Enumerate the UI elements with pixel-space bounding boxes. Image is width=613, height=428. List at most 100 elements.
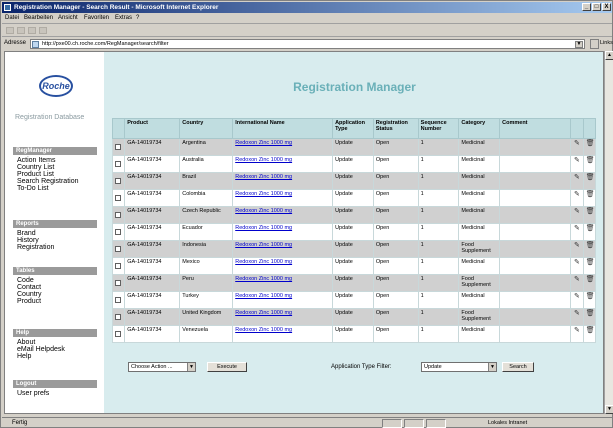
- menu-help[interactable]: ?: [136, 15, 139, 21]
- application-type-filter-select[interactable]: Update ▼: [421, 362, 497, 372]
- menu-extras[interactable]: Extras: [115, 15, 132, 21]
- address-input[interactable]: http://pxe00.ch.roche.com/RegManager/sea…: [30, 39, 585, 49]
- nav-item-action-items[interactable]: Action Items: [17, 157, 56, 164]
- product-link[interactable]: Redoxon Zinc 1000 mg: [235, 140, 292, 146]
- col-sequence-number[interactable]: Sequence Number: [417, 118, 460, 139]
- nav-item-search-registration[interactable]: Search Registration: [17, 178, 78, 185]
- row-checkbox[interactable]: [111, 172, 126, 190]
- row-checkbox[interactable]: [111, 240, 126, 258]
- search-button[interactable]: Search: [502, 362, 534, 372]
- forward-icon[interactable]: [17, 27, 25, 34]
- nav-item-help[interactable]: Help: [17, 353, 31, 360]
- cell-international-name[interactable]: Redoxon Zinc 1000 mg: [232, 189, 334, 207]
- execute-button[interactable]: Execute: [207, 362, 247, 372]
- edit-pencil-icon[interactable]: ✎: [573, 191, 580, 199]
- row-checkbox[interactable]: [111, 325, 126, 343]
- table-row[interactable]: GA-14019734 Czech Republic Redoxon Zinc 10…: [111, 206, 597, 224]
- menu-datei[interactable]: Datei: [5, 15, 19, 21]
- cell-international-name[interactable]: Redoxon Zinc 1000 mg: [232, 138, 334, 156]
- product-link[interactable]: Redoxon Zinc 1000 mg: [235, 327, 292, 333]
- chevron-down-icon[interactable]: ▼: [575, 41, 583, 48]
- scroll-up-icon[interactable]: ▲: [605, 51, 613, 60]
- checkbox-icon[interactable]: [115, 280, 121, 286]
- edit-pencil-icon[interactable]: ✎: [573, 242, 580, 250]
- col-product[interactable]: Product: [124, 118, 181, 139]
- cell-edit[interactable]: ✎: [570, 138, 584, 156]
- table-row[interactable]: GA-14019734 Indonesia Redoxon Zinc 1000 mg…: [111, 240, 597, 258]
- edit-pencil-icon[interactable]: ✎: [573, 174, 580, 182]
- product-link[interactable]: Redoxon Zinc 1000 mg: [235, 191, 292, 197]
- cell-edit[interactable]: ✎: [570, 206, 584, 224]
- product-link[interactable]: Redoxon Zinc 1000 mg: [235, 208, 292, 214]
- checkbox-icon[interactable]: [115, 161, 121, 167]
- menu-favoriten[interactable]: Favoriten: [84, 15, 109, 21]
- checkbox-icon[interactable]: [115, 314, 121, 320]
- product-link[interactable]: Redoxon Zinc 1000 mg: [235, 276, 292, 282]
- checkbox-icon[interactable]: [115, 229, 121, 235]
- row-checkbox[interactable]: [111, 223, 126, 241]
- row-checkbox[interactable]: [111, 206, 126, 224]
- cell-delete[interactable]: 🗑: [582, 155, 597, 173]
- trash-icon[interactable]: 🗑: [586, 191, 595, 199]
- checkbox-icon[interactable]: [115, 331, 121, 337]
- cell-international-name[interactable]: Redoxon Zinc 1000 mg: [232, 172, 334, 190]
- table-row[interactable]: GA-14019734 Venezuela Redoxon Zinc 1000 mg…: [111, 325, 597, 343]
- minimize-button[interactable]: _: [582, 3, 591, 11]
- trash-icon[interactable]: 🗑: [586, 225, 595, 233]
- row-checkbox[interactable]: [111, 291, 126, 309]
- cell-edit[interactable]: ✎: [570, 223, 584, 241]
- row-checkbox[interactable]: [111, 138, 126, 156]
- nav-item-product[interactable]: Product: [17, 298, 41, 305]
- checkbox-icon[interactable]: [115, 144, 121, 150]
- col-registration-status[interactable]: Registration Status: [372, 118, 419, 139]
- links-label[interactable]: Links: [600, 40, 613, 46]
- chevron-down-icon[interactable]: ▼: [187, 363, 195, 371]
- product-link[interactable]: Redoxon Zinc 1000 mg: [235, 157, 292, 163]
- checkbox-icon[interactable]: [115, 246, 121, 252]
- edit-pencil-icon[interactable]: ✎: [573, 327, 580, 335]
- cell-delete[interactable]: 🗑: [582, 274, 597, 292]
- edit-pencil-icon[interactable]: ✎: [573, 208, 580, 216]
- table-row[interactable]: GA-14019734 Turkey Redoxon Zinc 1000 mg Upd…: [111, 291, 597, 309]
- cell-edit[interactable]: ✎: [570, 325, 584, 343]
- nav-item-code[interactable]: Code: [17, 277, 34, 284]
- cell-international-name[interactable]: Redoxon Zinc 1000 mg: [232, 274, 334, 292]
- trash-icon[interactable]: 🗑: [586, 174, 595, 182]
- row-checkbox[interactable]: [111, 308, 126, 326]
- trash-icon[interactable]: 🗑: [586, 276, 595, 284]
- go-button[interactable]: [590, 39, 599, 49]
- checkbox-icon[interactable]: [115, 178, 121, 184]
- product-link[interactable]: Redoxon Zinc 1000 mg: [235, 259, 292, 265]
- chevron-down-icon[interactable]: ▼: [488, 363, 496, 371]
- nav-item-user-prefs[interactable]: User prefs: [17, 390, 49, 397]
- stop-icon[interactable]: [28, 27, 36, 34]
- edit-pencil-icon[interactable]: ✎: [573, 259, 580, 267]
- cell-international-name[interactable]: Redoxon Zinc 1000 mg: [232, 325, 334, 343]
- row-checkbox[interactable]: [111, 155, 126, 173]
- cell-delete[interactable]: 🗑: [582, 138, 597, 156]
- nav-item-brand[interactable]: Brand: [17, 230, 36, 237]
- cell-delete[interactable]: 🗑: [582, 257, 597, 275]
- trash-icon[interactable]: 🗑: [586, 157, 595, 165]
- table-row[interactable]: GA-14019734 Brazil Redoxon Zinc 1000 mg Upd…: [111, 172, 597, 190]
- product-link[interactable]: Redoxon Zinc 1000 mg: [235, 174, 292, 180]
- trash-icon[interactable]: 🗑: [586, 208, 595, 216]
- nav-item-email-helpdesk[interactable]: eMail Helpdesk: [17, 346, 65, 353]
- edit-pencil-icon[interactable]: ✎: [573, 293, 580, 301]
- nav-item-country[interactable]: Country: [17, 291, 42, 298]
- cell-edit[interactable]: ✎: [570, 308, 584, 326]
- table-row[interactable]: GA-14019734 Peru Redoxon Zinc 1000 mg Updat…: [111, 274, 597, 292]
- nav-item-history[interactable]: History: [17, 237, 39, 244]
- table-row[interactable]: GA-14019734 Ecuador Redoxon Zinc 1000 mg Up…: [111, 223, 597, 241]
- col-comment[interactable]: Comment: [499, 118, 572, 139]
- checkbox-icon[interactable]: [115, 263, 121, 269]
- table-row[interactable]: GA-14019734 Australia Redoxon Zinc 1000 mg…: [111, 155, 597, 173]
- cell-delete[interactable]: 🗑: [582, 308, 597, 326]
- cell-edit[interactable]: ✎: [570, 274, 584, 292]
- nav-item-todo-list[interactable]: To-Do List: [17, 185, 49, 192]
- trash-icon[interactable]: 🗑: [586, 140, 595, 148]
- nav-header-logout[interactable]: Logout: [13, 380, 97, 388]
- col-country[interactable]: Country: [179, 118, 234, 139]
- checkbox-icon[interactable]: [115, 297, 121, 303]
- table-row[interactable]: GA-14019734 Argentina Redoxon Zinc 1000 mg…: [111, 138, 597, 156]
